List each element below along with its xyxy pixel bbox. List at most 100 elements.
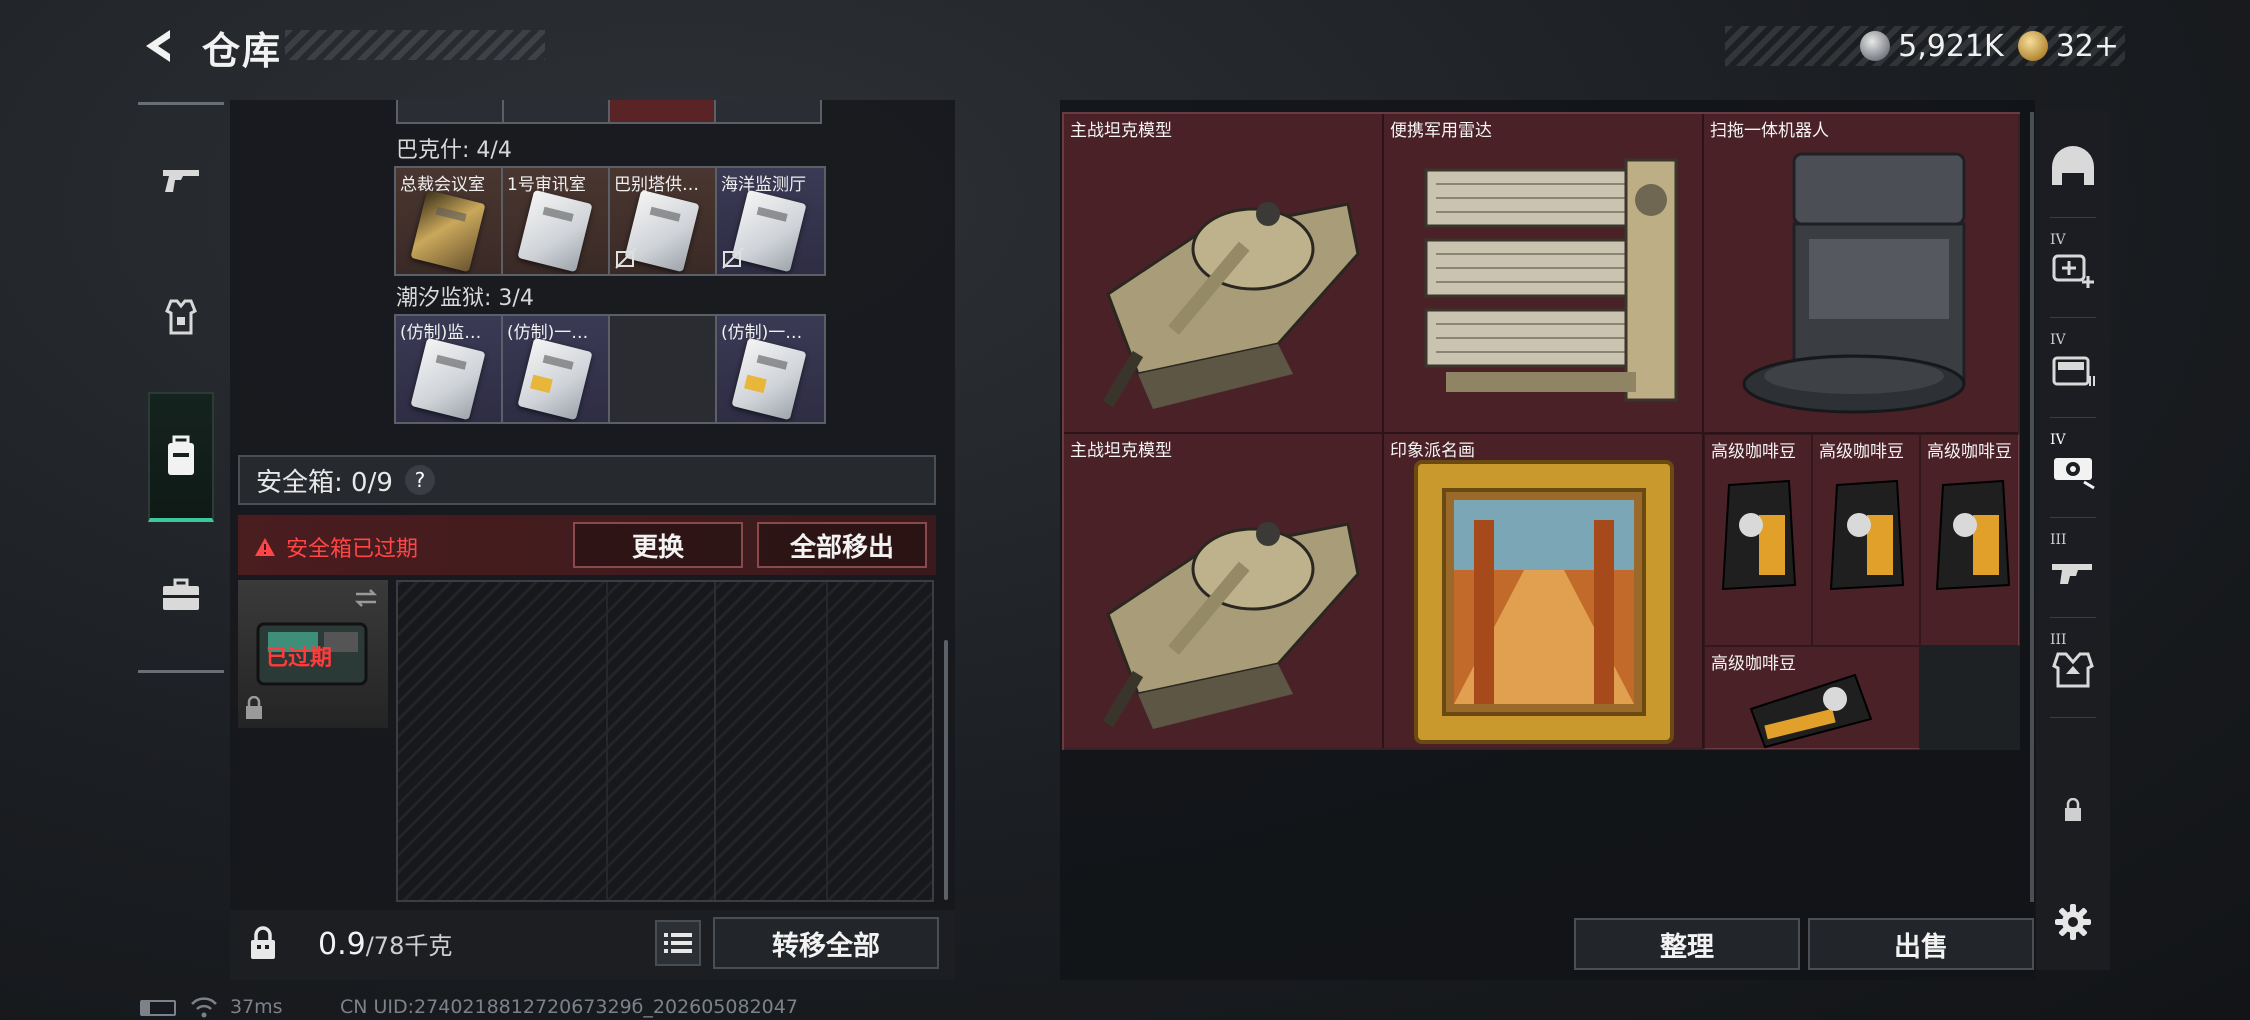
safe-box-grid[interactable] bbox=[396, 580, 934, 902]
storage-item[interactable]: 高级咖啡豆 bbox=[1920, 434, 2020, 646]
sort-button[interactable]: 整理 bbox=[1574, 918, 1800, 970]
key-slot[interactable]: (仿制)监… bbox=[396, 316, 503, 422]
rail-case[interactable] bbox=[138, 540, 224, 650]
helmet-icon bbox=[2052, 146, 2094, 185]
coffee-bag-icon bbox=[1749, 673, 1873, 749]
gold-coin-icon bbox=[2017, 31, 2048, 61]
storage-tab[interactable]: IV bbox=[2036, 218, 2110, 318]
impressionist-painting-icon bbox=[1414, 460, 1674, 744]
key-slot[interactable]: (仿制)一… bbox=[717, 316, 824, 422]
storage-scrollbar[interactable] bbox=[2030, 112, 2034, 902]
storage-item[interactable]: 扫拖一体机器人 bbox=[1704, 114, 2020, 434]
scrollbar[interactable] bbox=[944, 640, 948, 900]
storage-tab[interactable]: III bbox=[2036, 518, 2110, 618]
rail-weapons[interactable] bbox=[138, 124, 224, 234]
storage-item[interactable]: 印象派名画 bbox=[1384, 434, 1704, 750]
safe-box-item[interactable]: 已过期 bbox=[238, 580, 388, 728]
storage-tab[interactable] bbox=[2036, 118, 2110, 218]
key-slot[interactable]: 总裁会议室 bbox=[396, 168, 503, 274]
lock-toggle[interactable] bbox=[240, 920, 286, 966]
silver-coin-icon bbox=[1860, 31, 1891, 61]
key-name: (仿制)一… bbox=[721, 323, 803, 343]
uid-text: CN UID:274021881272067329б_202605082047 bbox=[340, 996, 798, 1018]
help-button[interactable]: ? bbox=[404, 465, 435, 495]
no-trade-icon bbox=[722, 247, 744, 269]
gear-icon bbox=[2055, 904, 2091, 940]
tank-model-icon bbox=[1102, 202, 1360, 409]
key-slot[interactable]: 巴别塔供… bbox=[610, 168, 717, 274]
key-slot-empty[interactable] bbox=[610, 316, 717, 422]
key-name: (仿制)一… bbox=[507, 323, 589, 343]
safe-box-header: 安全箱: 0/9 ? bbox=[238, 455, 936, 505]
storage-item[interactable]: 高级咖啡豆 bbox=[1704, 646, 1920, 750]
tank-model-icon bbox=[1102, 522, 1360, 729]
storage-empty-slot[interactable] bbox=[1920, 646, 2020, 750]
keycard-icon bbox=[517, 189, 593, 273]
swap-icon bbox=[354, 589, 378, 607]
tier-label: III bbox=[2050, 632, 2067, 648]
title-decoration bbox=[285, 30, 545, 60]
replace-button[interactable]: 更换 bbox=[573, 522, 743, 568]
key-slot[interactable]: 1号审讯室 bbox=[503, 168, 610, 274]
key-name: 海洋监测厅 bbox=[721, 175, 806, 195]
grid-divider bbox=[606, 582, 608, 900]
robot-vacuum-icon bbox=[1742, 152, 1966, 414]
silver-amount: 5,921K bbox=[1898, 28, 2004, 64]
locked-tab[interactable] bbox=[2036, 760, 2110, 860]
rifle-icon bbox=[2052, 564, 2092, 584]
lock-icon bbox=[246, 696, 262, 719]
silver-currency[interactable]: 5,921K bbox=[1860, 29, 2004, 64]
back-arrow-icon bbox=[146, 30, 170, 62]
grid-divider bbox=[826, 582, 828, 900]
key-slot[interactable]: 海洋监测厅 bbox=[717, 168, 824, 274]
item-name: 高级咖啡豆 bbox=[1711, 442, 1796, 462]
storage-item[interactable]: 便携军用雷达 bbox=[1384, 114, 1704, 434]
armor-vest-icon bbox=[165, 299, 197, 335]
lock-icon bbox=[2065, 798, 2081, 821]
backpack-icon bbox=[2052, 356, 2095, 386]
gold-currency[interactable]: 32+ bbox=[2017, 29, 2119, 64]
armor-plus-icon bbox=[2052, 254, 2094, 288]
item-name: 主战坦克模型 bbox=[1070, 121, 1172, 141]
transfer-all-button[interactable]: 转移全部 bbox=[713, 917, 939, 969]
remove-all-button[interactable]: 全部移出 bbox=[757, 522, 927, 568]
warning-icon bbox=[255, 538, 275, 556]
rail-equipment[interactable] bbox=[138, 262, 224, 372]
key-slot-grid-bakshi: 总裁会议室 1号审讯室 巴别塔供… 海洋监测厅 bbox=[394, 166, 826, 276]
storage-item[interactable]: 高级咖啡豆 bbox=[1704, 434, 1812, 646]
storage-tab[interactable]: III bbox=[2036, 618, 2110, 718]
currency-bar: 5,921K 32+ bbox=[1725, 26, 2125, 66]
coffee-bag-icon bbox=[1935, 479, 2011, 591]
sell-button[interactable]: 出售 bbox=[1808, 918, 2034, 970]
weight-capacity: /78千克 bbox=[365, 932, 453, 960]
wifi-icon bbox=[191, 997, 217, 1018]
backpack-icon bbox=[168, 435, 194, 475]
weight-display: 0.9/78千克 bbox=[318, 926, 452, 962]
back-button[interactable] bbox=[136, 22, 184, 70]
battery-icon bbox=[140, 1000, 176, 1016]
key-name: 总裁会议室 bbox=[400, 175, 485, 195]
storage-tab-active[interactable]: IV bbox=[2036, 418, 2110, 518]
list-icon bbox=[664, 933, 692, 953]
keycard-icon bbox=[410, 189, 486, 273]
tier-label: IV bbox=[2050, 332, 2066, 348]
storage-item[interactable]: 主战坦克模型 bbox=[1064, 434, 1384, 750]
tab-separator bbox=[2050, 717, 2096, 718]
item-name: 高级咖啡豆 bbox=[1927, 442, 2012, 462]
settings-button[interactable] bbox=[2036, 872, 2110, 972]
coffee-bag-icon bbox=[1829, 479, 1905, 591]
no-trade-icon bbox=[615, 247, 637, 269]
rail-backpack[interactable] bbox=[148, 392, 214, 522]
section-label-bakshi: 巴克什: 4/4 bbox=[396, 138, 512, 163]
rail-divider bbox=[138, 102, 224, 105]
list-view-button[interactable] bbox=[655, 920, 701, 966]
storage-item[interactable]: 主战坦克模型 bbox=[1064, 114, 1384, 434]
storage-grid: 主战坦克模型 便携军用雷达 扫拖一体机器人 主战坦克模型 印象派名画 高级咖啡豆… bbox=[1062, 112, 2020, 750]
storage-item[interactable]: 高级咖啡豆 bbox=[1812, 434, 1920, 646]
key-slot[interactable]: (仿制)一… bbox=[503, 316, 610, 422]
briefcase-icon bbox=[163, 578, 199, 610]
storage-tab[interactable]: IV bbox=[2036, 318, 2110, 418]
section-label-tidal-prison: 潮汐监狱: 3/4 bbox=[396, 286, 534, 311]
page-title: 仓库 bbox=[202, 29, 283, 73]
military-radar-icon bbox=[1424, 158, 1678, 402]
